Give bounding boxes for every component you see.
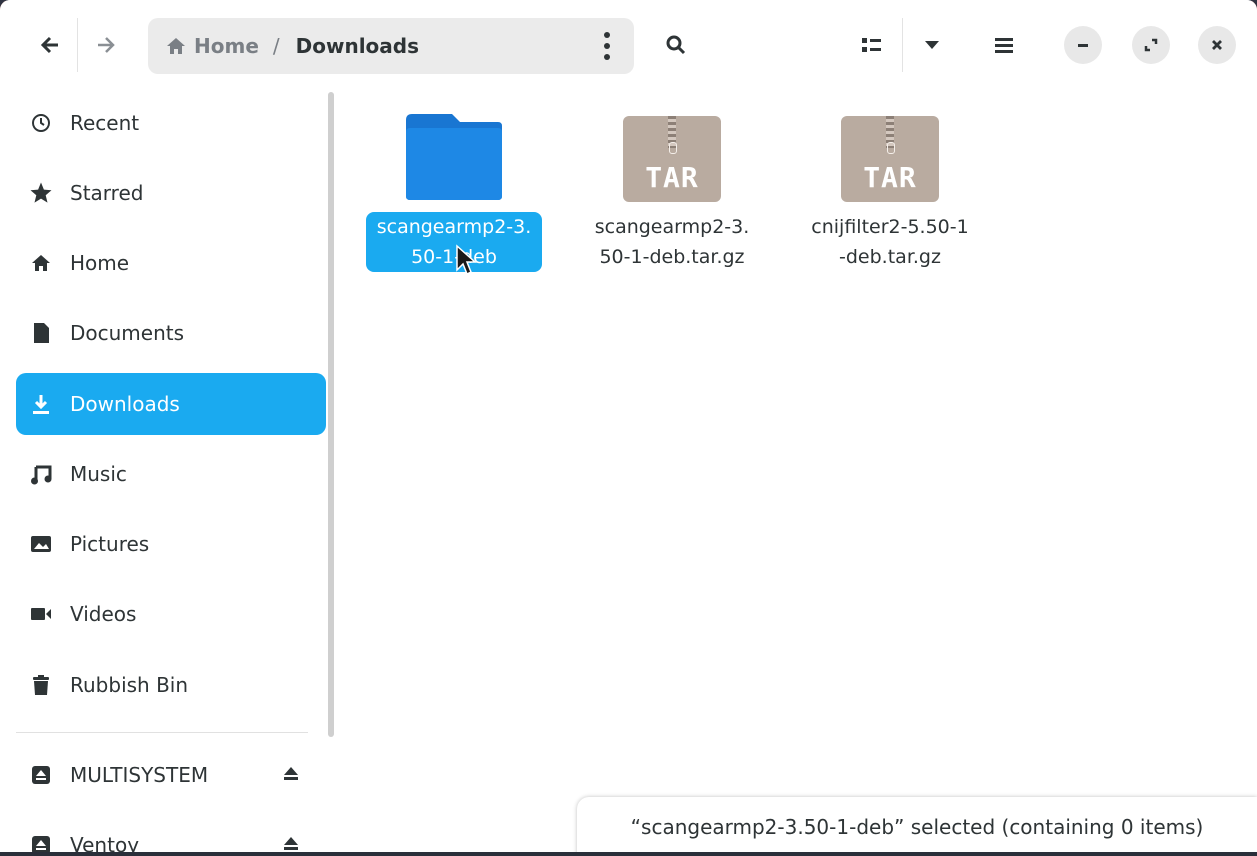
sidebar-item-label: Videos <box>70 602 137 626</box>
path-separator: / <box>272 34 280 58</box>
arrow-left-icon <box>40 36 58 54</box>
sidebar-device-label: MULTISYSTEM <box>70 763 209 787</box>
sidebar-device-multisystem[interactable]: MULTISYSTEM <box>16 744 326 806</box>
file-manager-window: Home / Downloads Recent Starred Home Doc… <box>0 0 1257 852</box>
maximize-icon <box>1144 38 1158 52</box>
view-options-button[interactable] <box>908 18 956 72</box>
close-icon <box>1212 40 1222 50</box>
music-icon <box>28 461 54 487</box>
file-view[interactable]: scangearmp2-3.50-1-deb TAR scangearmp2-3… <box>338 84 1257 852</box>
star-icon <box>28 180 54 206</box>
sidebar-device-label: Ventoy <box>70 833 140 852</box>
sidebar-item-starred[interactable]: Starred <box>16 162 326 224</box>
header-bar: Home / Downloads <box>0 0 1257 84</box>
drive-icon <box>28 832 54 852</box>
tar-archive-icon: TAR <box>617 102 727 202</box>
back-button[interactable] <box>26 18 74 72</box>
eject-icon[interactable] <box>282 765 300 786</box>
sidebar-scrollbar[interactable] <box>328 92 334 737</box>
nav-separator <box>77 18 78 72</box>
sidebar-item-label: Rubbish Bin <box>70 673 189 697</box>
maximize-button[interactable] <box>1132 26 1170 64</box>
eject-icon[interactable] <box>282 835 300 853</box>
file-item-folder[interactable]: scangearmp2-3.50-1-deb <box>359 102 549 272</box>
sidebar-item-pictures[interactable]: Pictures <box>16 513 326 575</box>
picture-icon <box>28 531 54 557</box>
video-icon <box>28 601 54 627</box>
trash-icon <box>28 672 54 698</box>
minimize-button[interactable] <box>1064 26 1102 64</box>
sidebar-item-home[interactable]: Home <box>16 232 326 294</box>
arrow-right-icon <box>98 37 115 53</box>
sidebar-item-videos[interactable]: Videos <box>16 583 326 645</box>
sidebar-item-label: Documents <box>70 321 185 345</box>
file-name: scangearmp2-3.50-1-deb.tar.gz <box>594 216 750 268</box>
file-item-archive[interactable]: TAR scangearmp2-3.50-1-deb.tar.gz <box>577 102 767 272</box>
home-icon <box>167 38 185 54</box>
chevron-down-icon <box>925 41 939 49</box>
drive-icon <box>28 762 54 788</box>
file-name: scangearmp2-3.50-1-deb <box>366 212 542 272</box>
search-button[interactable] <box>652 18 700 72</box>
path-menu-icon[interactable] <box>596 30 618 62</box>
sidebar-item-rubbish-bin[interactable]: Rubbish Bin <box>16 654 326 716</box>
desktop-background <box>0 852 1257 856</box>
download-icon <box>28 391 54 417</box>
sidebar-item-label: Pictures <box>70 532 150 556</box>
folder-icon <box>399 102 509 202</box>
file-name: cnijfilter2-5.50-1-deb.tar.gz <box>811 216 969 268</box>
sidebar-item-downloads[interactable]: Downloads <box>16 373 326 435</box>
tar-archive-icon: TAR <box>835 102 945 202</box>
view-separator <box>902 18 903 72</box>
minimize-icon <box>1078 44 1088 47</box>
sidebar-item-recent[interactable]: Recent <box>16 92 326 154</box>
sidebar-item-documents[interactable]: Documents <box>16 302 326 364</box>
status-overlay: “scangearmp2-3.50-1-deb” selected (conta… <box>577 797 1257 852</box>
clock-icon <box>28 110 54 136</box>
home-icon <box>28 250 54 276</box>
document-icon <box>28 320 54 346</box>
sidebar-item-label: Music <box>70 462 127 486</box>
path-bar[interactable]: Home / Downloads <box>148 18 634 74</box>
sidebar-item-label: Recent <box>70 111 140 135</box>
view-toggle-button[interactable] <box>848 18 896 72</box>
close-button[interactable] <box>1198 26 1236 64</box>
path-home-button[interactable]: Home <box>166 34 259 58</box>
sidebar-separator <box>16 732 308 733</box>
path-current-folder[interactable]: Downloads <box>296 34 419 58</box>
sidebar-item-label: Starred <box>70 181 144 205</box>
sidebar-item-label: Home <box>70 251 130 275</box>
sidebar-device-ventoy[interactable]: Ventoy <box>16 814 326 852</box>
hamburger-menu-icon <box>995 38 1013 53</box>
main-menu-button[interactable] <box>980 18 1028 72</box>
sidebar: Recent Starred Home Documents Downloads … <box>0 84 338 852</box>
grid-view-icon <box>862 38 881 52</box>
status-text: “scangearmp2-3.50-1-deb” selected (conta… <box>630 815 1204 839</box>
path-home-label: Home <box>194 34 259 58</box>
sidebar-item-music[interactable]: Music <box>16 443 326 505</box>
file-item-archive[interactable]: TAR cnijfilter2-5.50-1-deb.tar.gz <box>795 102 985 272</box>
search-icon <box>666 35 686 55</box>
mouse-cursor-icon <box>456 244 477 276</box>
sidebar-item-label: Downloads <box>70 392 180 416</box>
forward-button[interactable] <box>82 18 130 72</box>
